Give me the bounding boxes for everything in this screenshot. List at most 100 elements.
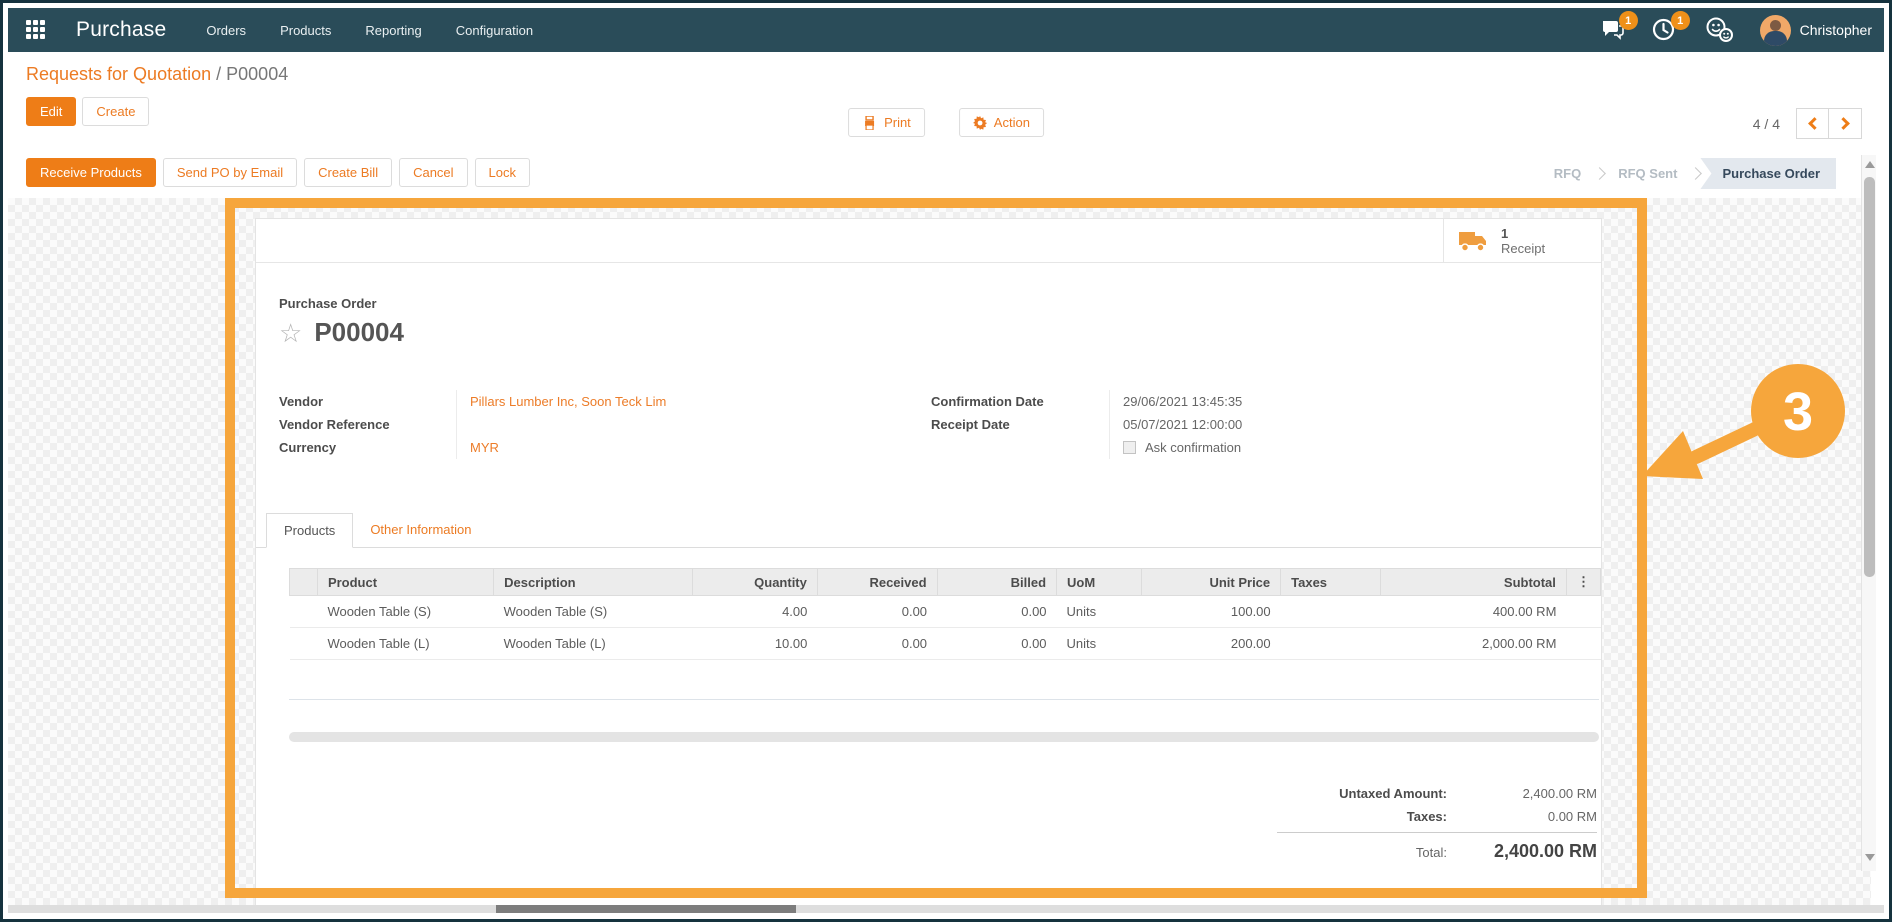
col-subtotal[interactable]: Subtotal [1380,569,1566,596]
table-horizontal-scrollbar[interactable] [289,732,1599,742]
menu-orders[interactable]: Orders [206,23,246,38]
vertical-scrollbar-thumb[interactable] [1864,177,1875,577]
handle-column-header [290,569,318,596]
breadcrumb-parent-link[interactable]: Requests for Quotation [26,64,211,84]
breadcrumb-separator: / [216,64,221,84]
messages-button[interactable]: 1 [1600,18,1626,42]
printer-icon [862,116,877,130]
vendor-reference-label: Vendor Reference [279,413,456,436]
right-field-group: Confirmation Date 29/06/2021 13:45:35 Re… [931,390,1409,459]
edit-button[interactable]: Edit [26,97,76,126]
user-menu[interactable]: Christopher [1760,15,1872,46]
receipt-count: 1 [1501,226,1545,241]
apps-menu-icon[interactable] [26,20,46,40]
menu-reporting[interactable]: Reporting [365,23,421,38]
avatar [1760,15,1791,46]
stage-separator-icon [1690,167,1703,180]
activities-button[interactable]: 1 [1652,18,1678,42]
send-po-by-email-button[interactable]: Send PO by Email [163,158,297,187]
left-field-group: Vendor Pillars Lumber Inc, Soon Teck Lim… [279,390,776,459]
col-taxes[interactable]: Taxes [1281,569,1381,596]
receipt-date-value: 05/07/2021 12:00:00 [1109,413,1409,436]
messages-badge: 1 [1619,11,1638,30]
document-name: P00004 [314,317,404,348]
user-name: Christopher [1800,22,1872,38]
receipt-date-label: Receipt Date [931,413,1109,436]
stage-rfq[interactable]: RFQ [1544,166,1591,181]
statusbar: Receive Products Send PO by Email Create… [8,158,1884,198]
totals-block: Untaxed Amount: 2,400.00 RM Taxes: 0.00 … [1277,782,1597,866]
app-title[interactable]: Purchase [76,18,166,42]
print-button[interactable]: Print [848,108,925,137]
horizontal-scrollbar-thumb[interactable] [496,905,796,913]
stage-rfq-sent[interactable]: RFQ Sent [1608,166,1687,181]
cancel-button[interactable]: Cancel [399,158,467,187]
scroll-down-arrow-icon[interactable] [1865,854,1875,861]
button-box: 1 Receipt [256,219,1601,263]
chevron-right-icon [1837,117,1850,130]
tab-other-information[interactable]: Other Information [353,513,488,547]
untaxed-amount-label: Untaxed Amount: [1339,786,1447,801]
col-unit-price[interactable]: Unit Price [1141,569,1280,596]
total-label: Total: [1416,845,1447,860]
table-header-row: Product Description Quantity Received Bi… [290,569,1601,596]
gear-icon [973,116,987,130]
col-billed[interactable]: Billed [937,569,1057,596]
confirmation-date-label: Confirmation Date [931,390,1109,413]
create-bill-button[interactable]: Create Bill [304,158,392,187]
breadcrumb-current: P00004 [226,64,288,84]
pager-count: 4 / 4 [1753,116,1780,132]
menu-products[interactable]: Products [280,23,331,38]
lock-button[interactable]: Lock [475,158,530,187]
chevron-left-icon [1808,117,1821,130]
action-button[interactable]: Action [959,108,1044,137]
form-view-background: 1 Receipt Purchase Order ☆ P00004 Vendor… [8,198,1884,905]
untaxed-amount-value: 2,400.00 RM [1447,786,1597,801]
taxes-value: 0.00 RM [1447,809,1597,824]
col-quantity[interactable]: Quantity [693,569,818,596]
pager-next-button[interactable] [1829,108,1862,139]
expression-faces-icon[interactable] [1704,17,1734,43]
receipt-label: Receipt [1501,241,1545,256]
purchase-order-sheet: 1 Receipt Purchase Order ☆ P00004 Vendor… [255,218,1602,905]
currency-label: Currency [279,436,456,459]
table-row[interactable]: Wooden Table (L) Wooden Table (L) 10.00 … [290,628,1601,660]
col-uom[interactable]: UoM [1057,569,1142,596]
create-button[interactable]: Create [82,97,149,126]
app-window: Purchase Orders Products Reporting Confi… [0,0,1892,922]
confirmation-date-value: 29/06/2021 13:45:35 [1109,390,1409,413]
stage-purchase-order-active[interactable]: Purchase Order [1700,158,1836,189]
col-product[interactable]: Product [317,569,493,596]
table-row[interactable]: Wooden Table (S) Wooden Table (S) 4.00 0… [290,596,1601,628]
pager-previous-button[interactable] [1796,108,1829,139]
col-received[interactable]: Received [817,569,937,596]
col-description[interactable]: Description [494,569,693,596]
tab-products[interactable]: Products [266,513,353,548]
annotation-number: 3 [1783,382,1813,442]
receive-products-button[interactable]: Receive Products [26,158,156,187]
control-panel: Requests for Quotation / P00004 Edit Cre… [8,52,1884,158]
vendor-value-link[interactable]: Pillars Lumber Inc, Soon Teck Lim [470,394,666,409]
scroll-up-arrow-icon[interactable] [1865,161,1875,168]
favorite-star-icon[interactable]: ☆ [279,320,302,346]
menu-configuration[interactable]: Configuration [456,23,533,38]
vertical-scrollbar[interactable] [1861,155,1876,871]
vendor-label: Vendor [279,390,456,413]
total-value: 2,400.00 RM [1447,841,1597,862]
truck-icon [1458,229,1489,253]
main-menu: Orders Products Reporting Configuration [206,23,533,38]
ask-confirmation-label: Ask confirmation [1145,440,1241,455]
vendor-reference-value [456,413,776,436]
optional-columns-icon[interactable]: ⋮ [1566,569,1600,596]
activities-badge: 1 [1671,11,1690,30]
totals-separator [1277,832,1597,833]
taxes-label: Taxes: [1407,809,1447,824]
stage-separator-icon [1593,167,1606,180]
currency-value-link[interactable]: MYR [470,440,499,455]
ask-confirmation-checkbox[interactable] [1123,441,1136,454]
notebook-tabs: Products Other Information [256,513,1601,548]
status-pipeline: RFQ RFQ Sent Purchase Order [1544,158,1836,189]
horizontal-scrollbar[interactable] [8,905,1884,913]
receipt-stat-button[interactable]: 1 Receipt [1443,219,1601,262]
order-lines-table: Product Description Quantity Received Bi… [289,568,1601,660]
